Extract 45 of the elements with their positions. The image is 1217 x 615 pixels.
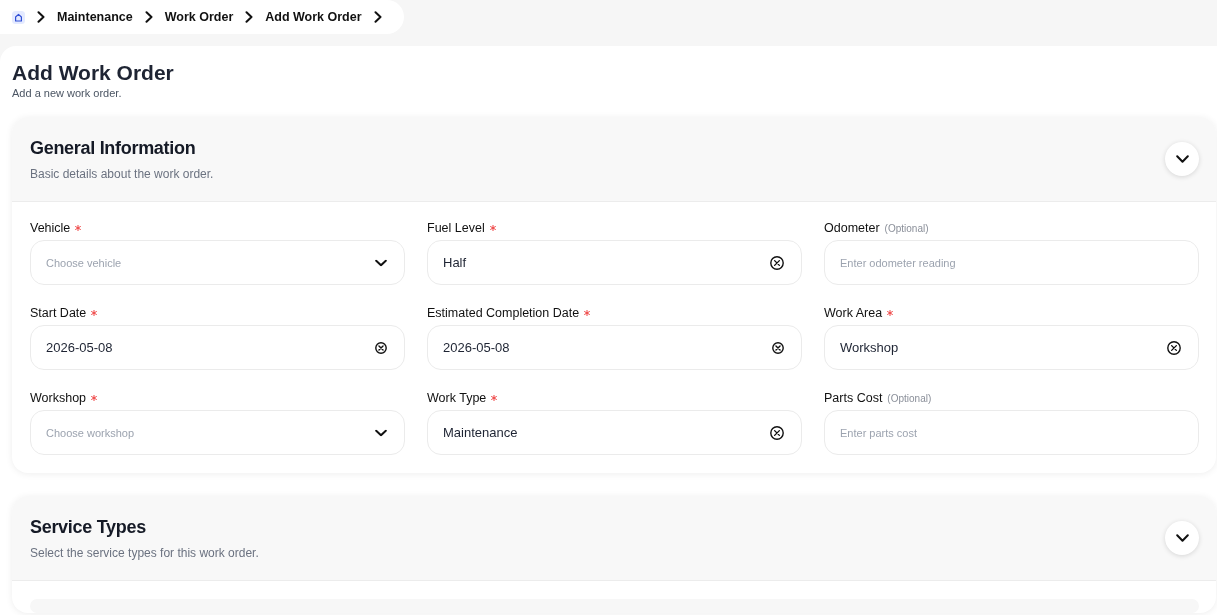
chevron-down-icon [375,429,387,436]
chevron-right-icon [373,11,382,23]
collapse-button[interactable] [1165,521,1199,555]
clear-icon[interactable] [1167,340,1181,355]
section-title: Service Types [30,515,147,538]
optional-hint: (Optional) [887,391,932,406]
chevron-right-icon [37,11,45,23]
home-icon[interactable] [12,10,25,24]
chevron-down-icon [1175,534,1189,542]
chevron-right-icon [144,11,153,23]
date-field[interactable]: 2026-05-08 [30,325,405,370]
clear-icon[interactable] [375,341,387,354]
optional-hint: (Optional) [884,221,929,236]
field-label: Start Date [30,304,87,322]
field-label: Workshop [30,389,87,407]
select-field[interactable]: Choose workshop [30,410,405,455]
input-field[interactable]: Workshop [824,325,1199,370]
breadcrumb-link[interactable]: Add Work Order [265,7,362,27]
section-title: General Information [30,136,197,159]
section-subtitle: Basic details about the work order. [30,165,214,182]
input-field[interactable]: Maintenance [427,410,802,455]
field-label: Odometer [824,219,880,237]
clear-icon[interactable] [772,341,784,354]
field-label: Work Type [427,389,487,407]
chevron-down-icon [375,259,387,266]
breadcrumb-link[interactable]: Maintenance [57,7,133,27]
clear-icon[interactable] [770,425,784,440]
input-field[interactable]: Half [427,240,802,285]
field-label: Vehicle [30,219,71,237]
select-field[interactable]: Choose vehicle [30,240,405,285]
input-field[interactable]: Enter odometer reading [824,240,1199,285]
field-label: Estimated Completion Date [427,304,580,322]
field-label: Parts Cost [824,389,883,407]
page-subtitle: Add a new work order. [12,86,123,100]
chevron-down-icon [1175,155,1189,163]
field-label: Work Area [824,304,883,322]
breadcrumb-link[interactable]: Work Order [164,7,234,27]
input-field[interactable]: Enter parts cost [824,410,1199,455]
date-field[interactable]: 2026-05-08 [427,325,802,370]
page-title: Add Work Order [12,60,175,86]
field-label: Fuel Level [427,219,485,237]
chevron-right-icon [245,11,254,23]
section-subtitle: Select the service types for this work order. [30,544,259,561]
clear-icon[interactable] [770,255,784,270]
collapse-button[interactable] [1165,142,1199,176]
